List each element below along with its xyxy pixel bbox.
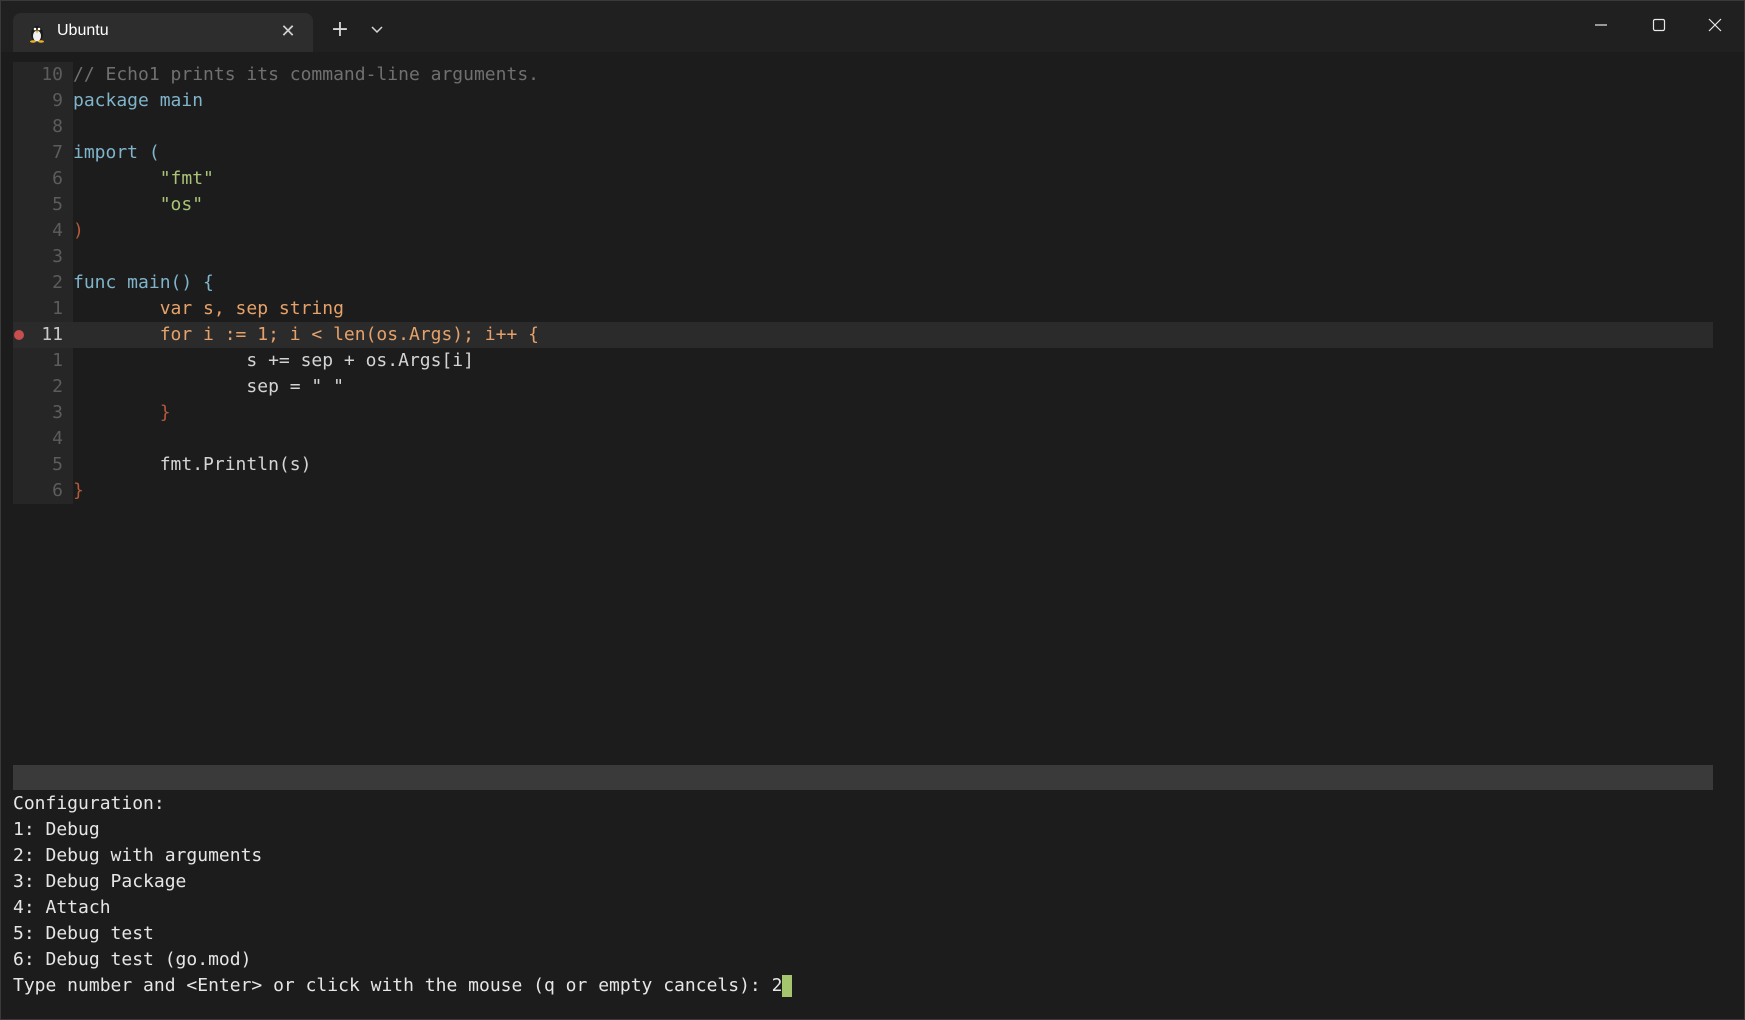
line-number: 1 <box>52 298 63 319</box>
line-number: 10 <box>41 64 63 85</box>
code-text: "fmt" <box>73 168 214 189</box>
gutter: 5 <box>13 192 73 218</box>
code-line: 4 <box>13 426 1713 452</box>
line-number: 11 <box>41 324 63 345</box>
line-number: 6 <box>52 168 63 189</box>
config-option[interactable]: 2: Debug with arguments <box>13 843 1723 869</box>
config-option[interactable]: 6: Debug test (go.mod) <box>13 947 1723 973</box>
code-line: 1 s += sep + os.Args[i] <box>13 348 1713 374</box>
code-line: 6 } <box>13 478 1713 504</box>
line-number: 2 <box>52 272 63 293</box>
code-line: 1 var s, sep string <box>13 296 1713 322</box>
code-line: 5 fmt.Println(s) <box>13 452 1713 478</box>
code-text: } <box>73 402 171 423</box>
code-line: 4 ) <box>13 218 1713 244</box>
gutter: 10 <box>13 62 73 88</box>
prompt-input-line[interactable]: Type number and <Enter> or click with th… <box>13 973 1723 999</box>
breakpoint-icon[interactable] <box>14 330 24 340</box>
prompt-question: Type number and <Enter> or click with th… <box>13 975 772 996</box>
line-number: 5 <box>52 194 63 215</box>
code-text: var s, sep string <box>73 298 344 319</box>
gutter: 4 <box>13 218 73 244</box>
gutter: 2 <box>13 374 73 400</box>
code-text: } <box>73 480 84 501</box>
gutter: 2 <box>13 270 73 296</box>
line-number: 1 <box>52 350 63 371</box>
code-line-current: 11 for i := 1; i < len(os.Args); i++ { <box>13 322 1713 348</box>
linux-penguin-icon <box>27 23 47 43</box>
close-tab-icon[interactable]: ✕ <box>277 21 299 43</box>
comment-token: // Echo1 prints its command-line argumen… <box>73 64 539 85</box>
gutter: 11 <box>13 322 73 348</box>
text-cursor <box>782 975 793 997</box>
code-line: 7 import ( <box>13 140 1713 166</box>
code-text: "os" <box>73 194 204 215</box>
code-text: for i := 1; i < len(os.Args); i++ { <box>73 324 539 345</box>
code-line: 8 <box>13 114 1713 140</box>
code-text: import ( <box>73 142 160 163</box>
line-number: 2 <box>52 376 63 397</box>
prompt-input-value[interactable]: 2 <box>772 975 783 996</box>
gutter: 4 <box>13 426 73 452</box>
line-number: 4 <box>52 428 63 449</box>
gutter: 6 <box>13 166 73 192</box>
gutter: 1 <box>13 296 73 322</box>
line-number: 7 <box>52 142 63 163</box>
code-text: // Echo1 prints its command-line argumen… <box>73 62 539 88</box>
tab-ubuntu[interactable]: Ubuntu ✕ <box>13 13 313 52</box>
config-option[interactable]: 1: Debug <box>13 817 1723 843</box>
line-number: 5 <box>52 454 63 475</box>
gutter: 3 <box>13 400 73 426</box>
status-line <box>13 765 1713 790</box>
config-option[interactable]: 3: Debug Package <box>13 869 1723 895</box>
gutter: 9 <box>13 88 73 114</box>
config-option[interactable]: 4: Attach <box>13 895 1723 921</box>
code-line: 3 <box>13 244 1713 270</box>
gutter: 6 <box>13 478 73 504</box>
minimize-icon[interactable] <box>1573 1 1629 49</box>
gutter: 7 <box>13 140 73 166</box>
chevron-down-icon[interactable] <box>365 17 389 43</box>
code-line: 3 } <box>13 400 1713 426</box>
config-option[interactable]: 5: Debug test <box>13 921 1723 947</box>
code-line: 10 // Echo1 prints its command-line argu… <box>13 62 1713 88</box>
terminal-window: Ubuntu ✕ + 10 // Echo1 prints its comman… <box>0 0 1745 1020</box>
line-number: 8 <box>52 116 63 137</box>
plus-icon[interactable]: + <box>327 17 353 43</box>
line-number: 4 <box>52 220 63 241</box>
code-line: 5 "os" <box>13 192 1713 218</box>
gutter: 3 <box>13 244 73 270</box>
line-number: 3 <box>52 246 63 267</box>
line-number: 9 <box>52 90 63 111</box>
gutter: 1 <box>13 348 73 374</box>
prompt-header: Configuration: <box>13 793 165 814</box>
code-text: package main <box>73 90 204 111</box>
code-text: func main() { <box>73 272 214 293</box>
close-icon[interactable] <box>1687 1 1743 49</box>
tab-title: Ubuntu <box>57 22 109 39</box>
code-text: ) <box>73 220 84 241</box>
title-bar: Ubuntu ✕ + <box>1 1 1744 52</box>
code-line: 6 "fmt" <box>13 166 1713 192</box>
line-number: 6 <box>52 480 63 501</box>
code-line: 9 package main <box>13 88 1713 114</box>
code-editor[interactable]: 10 // Echo1 prints its command-line argu… <box>13 62 1713 504</box>
maximize-icon[interactable] <box>1631 1 1687 49</box>
code-line: 2 sep = " " <box>13 374 1713 400</box>
code-text: sep = " " <box>73 376 344 397</box>
code-line: 2 func main() { <box>13 270 1713 296</box>
configuration-prompt: Configuration: 1: Debug 2: Debug with ar… <box>13 791 1723 999</box>
code-text: s += sep + os.Args[i] <box>73 350 474 371</box>
gutter: 5 <box>13 452 73 478</box>
code-text: fmt.Println(s) <box>73 454 312 475</box>
line-number: 3 <box>52 402 63 423</box>
gutter: 8 <box>13 114 73 140</box>
